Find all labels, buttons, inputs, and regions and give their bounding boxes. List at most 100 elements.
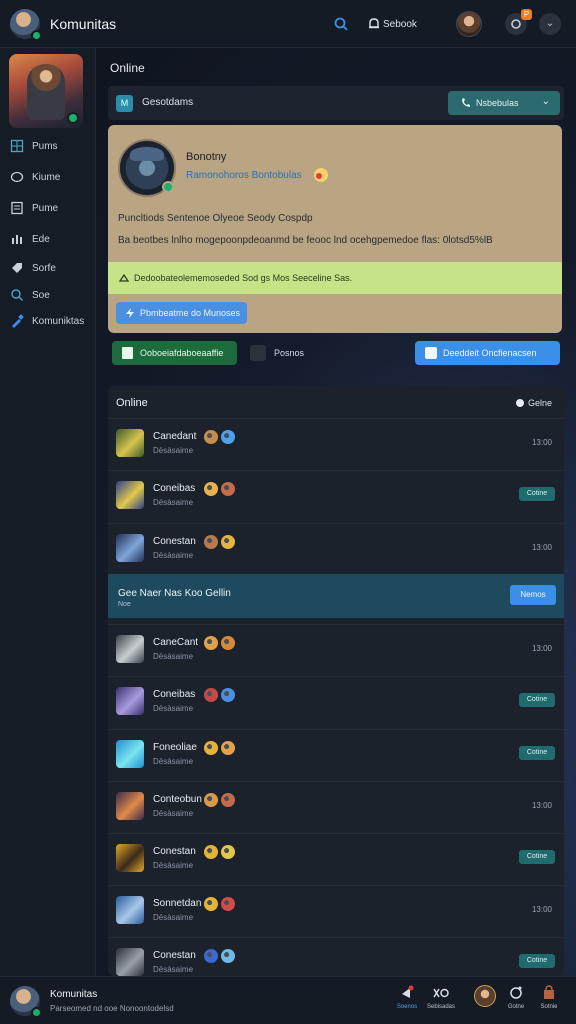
- item-subtitle: Dësàsaime: [153, 965, 194, 974]
- list-item[interactable]: Conestan Dësàsaime Cotine: [108, 937, 564, 976]
- bottom-nav-sotnie[interactable]: Sotnie: [532, 985, 566, 1019]
- online-panel: Online Gelne Canedant Dësàsaime 13:00 Conei…: [108, 386, 564, 976]
- primary-blue-button[interactable]: Deeddeit Oncfienacsen: [415, 341, 560, 365]
- game-thumbnail: [116, 635, 144, 663]
- community-avatar[interactable]: [10, 986, 42, 1018]
- item-subtitle: Dësàsaime: [153, 498, 194, 507]
- bell-icon[interactable]: [367, 17, 381, 31]
- profile-action-button[interactable]: Pbmbeatme do Munoses: [116, 302, 247, 324]
- info-banner-text: Dedoobateolememoseded Sod gs Mos Seeceli…: [134, 273, 353, 283]
- game-thumbnail: [116, 740, 144, 768]
- status-badge[interactable]: Cotine: [519, 954, 555, 968]
- sidebar-item-kiume[interactable]: Kiume: [10, 167, 60, 187]
- list-item[interactable]: Canedant Dësàsaime 13:00: [108, 418, 564, 470]
- sidebar-item-label: Komuniktas: [32, 315, 85, 327]
- sidebar-item-ede[interactable]: Ede: [10, 229, 50, 249]
- item-subtitle: Dësàsaime: [153, 446, 194, 455]
- game-thumbnail: [116, 429, 144, 457]
- xo-icon: [433, 988, 449, 998]
- item-subtitle: Dësàsaime: [153, 704, 194, 713]
- bottom-nav-soenos[interactable]: Soenos: [390, 985, 424, 1019]
- status-badge[interactable]: Cotine: [519, 693, 555, 707]
- chevron-down-icon: ⌄: [541, 96, 550, 107]
- community-banner[interactable]: [9, 54, 83, 128]
- profile-description: Puncltiods Sentenoe Olyeoe Seody Cospdp: [118, 213, 313, 224]
- top-bar: Komunitas Sebook P ⌄: [0, 0, 576, 48]
- sidebar-item-komuniktas[interactable]: Komuniktas: [10, 311, 84, 331]
- info-icon: [118, 273, 130, 282]
- list-item[interactable]: CaneCant Dësàsaime 13:00: [108, 624, 564, 676]
- sidebar-item-pums[interactable]: Pums: [10, 136, 58, 156]
- list-item[interactable]: Foneoliae Dësàsaime Cotine: [108, 729, 564, 781]
- secondary-button[interactable]: Posnos: [246, 341, 326, 365]
- item-name: Conestan: [153, 536, 196, 547]
- online-indicator: [31, 30, 42, 41]
- bottom-nav-gotne[interactable]: Gotne: [499, 985, 533, 1019]
- search-icon[interactable]: [334, 17, 348, 31]
- sidebar-item-soe[interactable]: Soe: [10, 285, 50, 305]
- item-time: 13:00: [531, 644, 552, 653]
- item-time: 13:00: [531, 438, 552, 447]
- sidebar-item-sorfe[interactable]: Sorfe: [10, 258, 56, 278]
- group-bar: M Gesotdams Nsbebulas ⌄: [108, 86, 564, 120]
- bottom-nav-profile[interactable]: [468, 985, 502, 1019]
- list-item[interactable]: Conteobun Dësàsaime 13:00: [108, 781, 564, 833]
- hero-figure: [27, 64, 65, 120]
- item-subtitle: Dësàsaime: [153, 551, 194, 560]
- item-time: 13:00: [531, 801, 552, 810]
- list-item[interactable]: Conestan Dësàsaime Cotine: [108, 833, 564, 885]
- item-name: Conestan: [153, 846, 196, 857]
- user-avatar[interactable]: [456, 11, 482, 37]
- item-name: Coneibas: [153, 689, 196, 700]
- app-avatar[interactable]: [10, 9, 42, 41]
- profile-name: Bonotny: [186, 151, 227, 163]
- status-badge[interactable]: Cotine: [519, 850, 555, 864]
- chevron-down-icon[interactable]: ⌄: [539, 13, 561, 35]
- document-icon: [122, 347, 133, 359]
- profile-card: Bonotny Ramonohoros Bontobulas Puncltiod…: [108, 125, 562, 333]
- list-item[interactable]: Coneibas Dësàsaime Cotine: [108, 470, 564, 522]
- item-name: Canedant: [153, 431, 197, 442]
- sidebar-item-label: Pums: [32, 140, 58, 152]
- emoji-icon: [221, 535, 235, 549]
- primary-green-button[interactable]: Ooboeiafdaboeaaffie: [112, 341, 237, 365]
- list-item[interactable]: Conestan Dësàsaime 13:00: [108, 523, 564, 575]
- game-thumbnail: [116, 687, 144, 715]
- megaphone-icon: [402, 985, 414, 998]
- item-name: Sonnetdan: [153, 898, 202, 909]
- profile-avatar[interactable]: [118, 139, 176, 197]
- select-label: Nsbebulas: [476, 98, 519, 108]
- alerts-button[interactable]: P: [505, 9, 532, 35]
- sidebar-item-label: Sorfe: [32, 262, 56, 274]
- button-label: Deeddeit Oncfienacsen: [443, 348, 537, 358]
- game-thumbnail: [116, 792, 144, 820]
- item-subtitle: Dësàsaime: [153, 757, 194, 766]
- emoji-icon: [221, 636, 235, 650]
- profile-details: Ba beotbes lnlho mogepoonpdeoanmd be feo…: [118, 235, 493, 246]
- brush-icon: [12, 314, 24, 328]
- emoji-icon: [204, 949, 218, 963]
- group-select[interactable]: Nsbebulas ⌄: [448, 91, 560, 115]
- group-label: Gesotdams: [142, 97, 194, 108]
- sidebar-item-label: Kiume: [32, 171, 61, 183]
- notifications-label[interactable]: Sebook: [383, 19, 417, 30]
- sidebar-item-pume[interactable]: Pume: [10, 198, 58, 218]
- chat-icon: [10, 171, 24, 183]
- profile-subtitle[interactable]: Ramonohoros Bontobulas: [186, 170, 302, 181]
- app-title: Komunitas: [50, 16, 117, 32]
- list-item[interactable]: Sonnetdan Dësàsaime 13:00: [108, 885, 564, 937]
- group-icon: M: [116, 95, 133, 112]
- highlight-row[interactable]: Gee Naer Nas Koo Gellin Noe Nemos: [108, 574, 564, 618]
- emoji-icon: [221, 793, 235, 807]
- emoji-icon: [221, 688, 235, 702]
- list-item[interactable]: Coneibas Dësàsaime Cotine: [108, 676, 564, 728]
- emoji-icon: [221, 741, 235, 755]
- status-badge[interactable]: Cotine: [519, 746, 555, 760]
- hat-shape: [130, 147, 164, 161]
- highlight-button[interactable]: Nemos: [510, 585, 556, 605]
- bottom-nav-sebisadas[interactable]: Sebisadas: [424, 985, 458, 1019]
- tag-icon: [12, 263, 22, 273]
- highlight-title: Gee Naer Nas Koo Gellin: [118, 588, 231, 599]
- online-status[interactable]: Gelne: [516, 398, 552, 408]
- status-badge[interactable]: Cotine: [519, 487, 555, 501]
